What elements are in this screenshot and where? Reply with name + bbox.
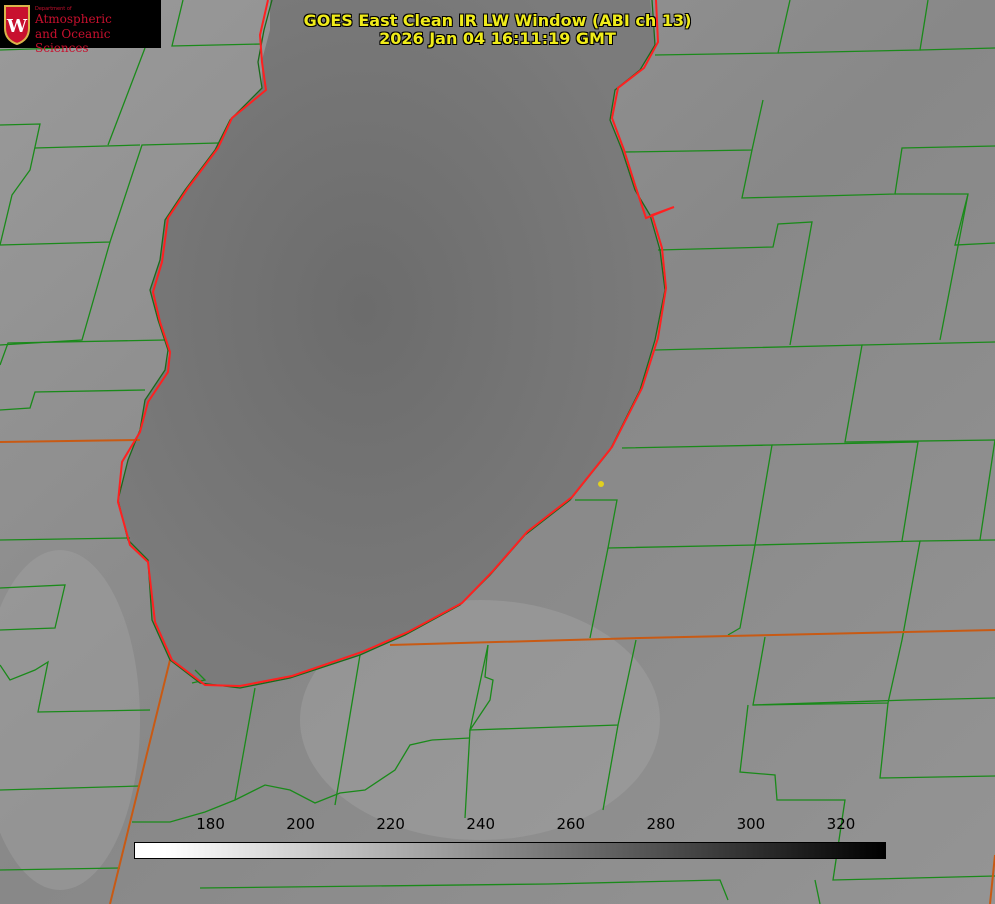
colorbar-tick-label: 280 xyxy=(646,815,676,833)
logo-line2-text: and Oceanic Sciences xyxy=(35,27,111,55)
aos-logo: W Department of Atmospheric and Oceanic … xyxy=(0,0,161,55)
colorbar-tick-label: 260 xyxy=(556,815,586,833)
colorbar-tick-label: 320 xyxy=(826,815,856,833)
colorbar-tick-label: 200 xyxy=(286,815,315,833)
satellite-map xyxy=(0,0,995,904)
colorbar-tick-label: 220 xyxy=(376,815,405,833)
uw-crest-icon: W xyxy=(4,5,30,46)
logo-line1-text: Atmospheric xyxy=(35,12,112,26)
colorbar-tick-label: 180 xyxy=(196,815,225,833)
colorbar-tick-label: 240 xyxy=(466,815,496,833)
colorbar-tick-label: 300 xyxy=(736,815,766,833)
station-marker xyxy=(598,481,604,487)
crest-letter: W xyxy=(6,16,28,37)
colorbar xyxy=(134,842,886,859)
